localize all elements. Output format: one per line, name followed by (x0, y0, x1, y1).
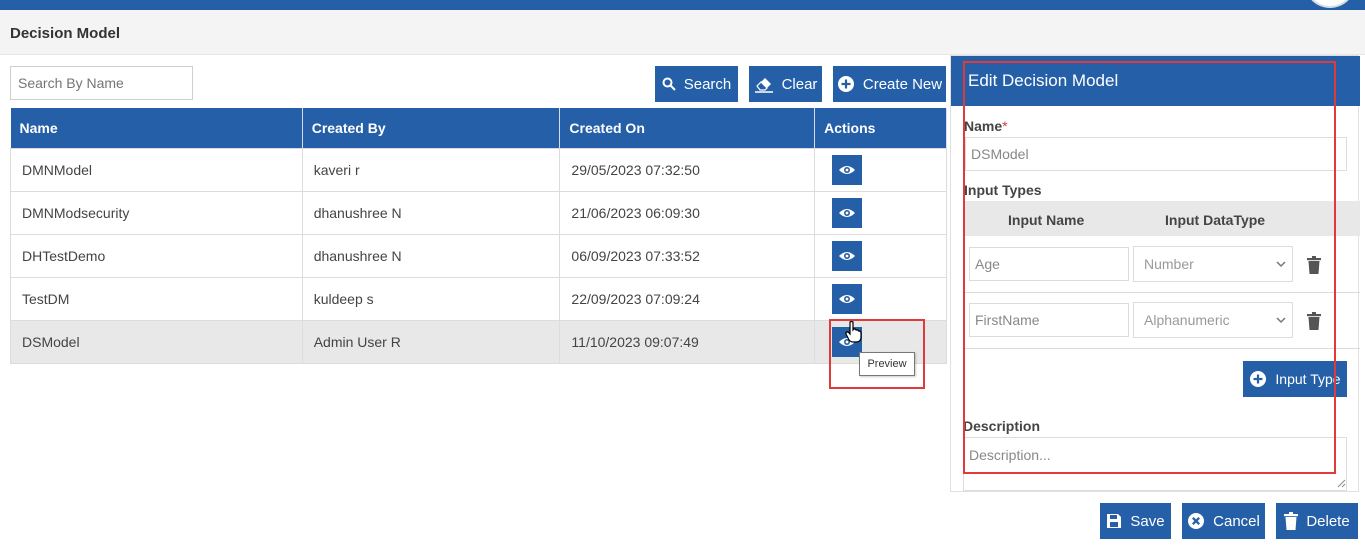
add-input-type-label: Input Type (1275, 371, 1341, 387)
create-new-button-label: Create New (862, 75, 943, 93)
preview-button[interactable] (832, 154, 863, 185)
cell-name: DSModel (10, 319, 303, 364)
eraser-icon (754, 78, 773, 93)
cell-created-by: kaveri r (301, 147, 561, 192)
name-label: Name* (964, 118, 1008, 134)
eye-icon (839, 208, 856, 217)
eye-icon (839, 294, 856, 303)
trash-icon (1284, 512, 1299, 530)
search-input[interactable] (10, 66, 193, 100)
input-types-label: Input Types (964, 182, 1042, 198)
cancel-button[interactable]: Cancel (1182, 503, 1265, 539)
search-icon (662, 77, 676, 91)
cell-created-by: Admin User R (301, 319, 561, 364)
input-datatype-select[interactable]: Alphanumeric (1133, 302, 1293, 338)
hand-cursor-icon (845, 321, 862, 343)
cell-actions (814, 147, 947, 192)
preview-button[interactable] (832, 283, 863, 314)
cell-created-by: dhanushree N (301, 190, 561, 235)
page-header: Decision Model (0, 10, 1365, 55)
input-name-field[interactable]: Age (969, 247, 1129, 281)
eye-icon (839, 165, 856, 174)
cell-created-by: dhanushree N (301, 233, 561, 278)
panel-header: Edit Decision Model (951, 56, 1360, 106)
cell-created-on: 06/09/2023 07:33:52 (559, 233, 816, 278)
add-input-type-button[interactable]: Input Type (1243, 361, 1347, 397)
table-row[interactable]: TestDM kuldeep s 22/09/2023 07:09:24 (10, 276, 947, 321)
chevron-down-icon (1276, 317, 1286, 324)
cell-created-on: 22/09/2023 07:09:24 (559, 276, 816, 321)
page-title: Decision Model (10, 25, 121, 42)
plus-circle-icon (837, 76, 854, 92)
save-button[interactable]: Save (1100, 503, 1171, 539)
save-icon (1107, 514, 1122, 528)
input-name-header: Input Name (1008, 212, 1085, 228)
cell-actions (814, 190, 947, 235)
top-nav-bar (0, 0, 1365, 10)
column-header-name[interactable]: Name (10, 108, 303, 148)
eye-icon (839, 251, 856, 260)
preview-button[interactable] (832, 197, 863, 228)
description-textarea[interactable]: Description... (963, 437, 1347, 491)
cell-name: TestDM (10, 276, 303, 321)
search-button-label: Search (683, 75, 732, 93)
panel-title: Edit Decision Model (968, 71, 1119, 90)
cell-actions (814, 233, 947, 278)
input-datatype-value: Number (1144, 256, 1194, 272)
save-button-label: Save (1130, 512, 1165, 530)
preview-button[interactable] (832, 240, 863, 271)
cell-name: DMNModsecurity (10, 190, 303, 235)
column-header-actions: Actions (814, 108, 947, 148)
column-header-created-on[interactable]: Created On (559, 108, 816, 148)
close-circle-icon (1188, 513, 1205, 529)
input-datatype-header: Input DataType (1165, 212, 1266, 228)
input-datatype-value: Alphanumeric (1144, 312, 1230, 328)
cell-name: DMNModel (10, 147, 303, 192)
name-label-text: Name (964, 118, 1003, 134)
trash-icon[interactable] (1307, 312, 1321, 330)
cell-created-on: 21/06/2023 06:09:30 (559, 190, 816, 235)
decision-model-table: Name Created By Created On Actions DMNMo… (10, 108, 947, 364)
input-type-row: Age Number (965, 237, 1360, 293)
cell-actions (814, 276, 947, 321)
preview-tooltip: Preview (859, 352, 915, 376)
chevron-down-icon (1276, 261, 1286, 268)
table-row-selected[interactable]: DSModel Admin User R 11/10/2023 09:07:49 (10, 319, 947, 364)
clear-button-label: Clear (781, 75, 818, 93)
name-field[interactable]: DSModel (965, 137, 1347, 171)
cell-created-on: 11/10/2023 09:07:49 (559, 319, 816, 364)
table-row[interactable]: DHTestDemo dhanushree N 06/09/2023 07:33… (10, 233, 947, 278)
table-row[interactable]: DMNModsecurity dhanushree N 21/06/2023 0… (10, 190, 947, 235)
clear-button[interactable]: Clear (749, 66, 822, 102)
search-button[interactable]: Search (655, 66, 738, 102)
delete-button-label: Delete (1306, 512, 1350, 530)
input-type-row: FirstName Alphanumeric (965, 293, 1360, 349)
plus-circle-icon (1250, 371, 1267, 387)
input-datatype-select[interactable]: Number (1133, 246, 1293, 282)
cancel-button-label: Cancel (1213, 512, 1260, 530)
required-mark: * (1002, 118, 1008, 134)
resize-handle-icon[interactable] (1336, 478, 1346, 488)
column-header-created-by[interactable]: Created By (302, 108, 561, 148)
table-row[interactable]: DMNModel kaveri r 29/05/2023 07:32:50 (10, 147, 947, 192)
input-name-field[interactable]: FirstName (969, 303, 1129, 337)
cell-name: DHTestDemo (10, 233, 303, 278)
description-label: Description (963, 418, 1041, 434)
delete-button[interactable]: Delete (1276, 503, 1358, 539)
edit-decision-model-panel: Edit Decision Model Name* DSModel Input … (950, 55, 1360, 492)
input-types-header: Input Name Input DataType (965, 201, 1360, 236)
trash-icon[interactable] (1307, 256, 1321, 274)
cell-created-on: 29/05/2023 07:32:50 (559, 147, 816, 192)
table-header-row: Name Created By Created On Actions (10, 108, 947, 148)
create-new-button[interactable]: Create New (833, 66, 946, 102)
cell-created-by: kuldeep s (301, 276, 561, 321)
